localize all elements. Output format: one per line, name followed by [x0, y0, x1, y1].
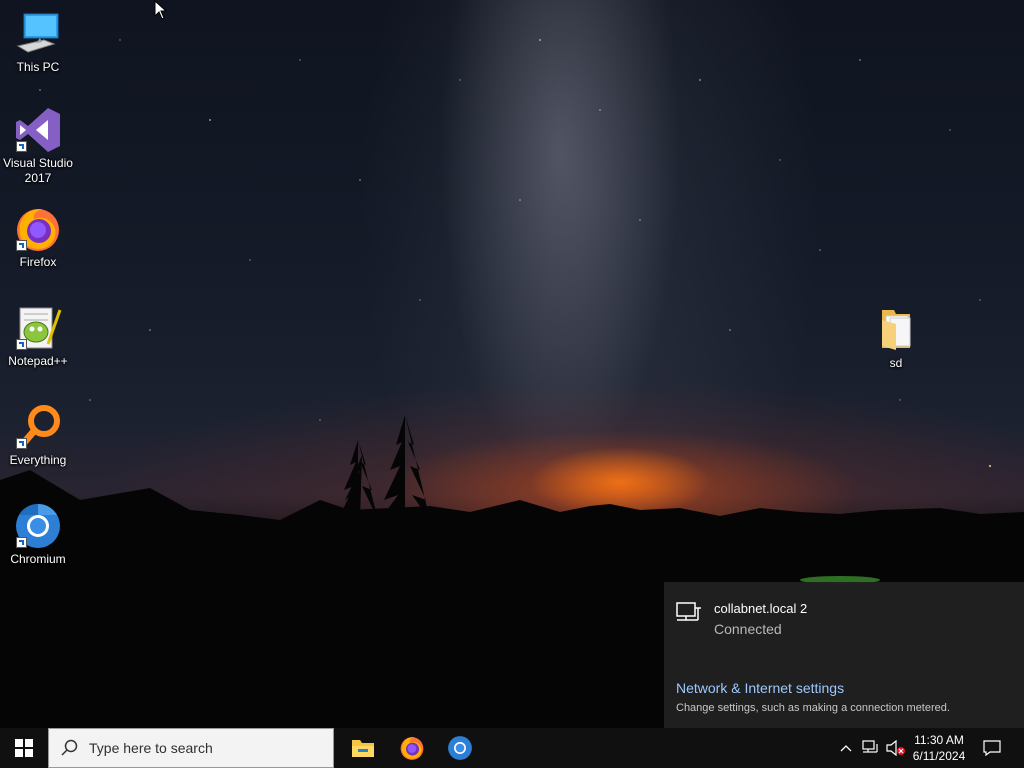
desktop-icon-everything[interactable]: Everything	[0, 403, 76, 468]
taskbar-firefox-button[interactable]	[388, 728, 436, 768]
chromium-icon	[448, 736, 472, 760]
mouse-cursor-icon	[154, 0, 168, 20]
network-connection-item[interactable]: collabnet.local 2 Connected	[676, 600, 807, 639]
windows-logo-icon	[15, 739, 33, 757]
shortcut-arrow-icon	[16, 537, 27, 548]
taskbar-file-explorer-button[interactable]	[339, 728, 387, 768]
desktop-icon-label: sd	[889, 356, 903, 370]
network-status: Connected	[714, 621, 782, 637]
chromium-icon	[14, 502, 62, 550]
start-button[interactable]	[0, 728, 48, 768]
shortcut-arrow-icon	[16, 438, 27, 449]
search-placeholder: Type here to search	[89, 740, 213, 756]
shortcut-arrow-icon	[16, 141, 27, 152]
firefox-icon	[400, 737, 424, 760]
network-tray-button[interactable]	[858, 728, 884, 768]
clock-date: 6/11/2024	[912, 749, 966, 763]
chevron-up-icon	[840, 745, 852, 752]
action-center-button[interactable]	[978, 728, 1006, 768]
everything-icon	[14, 403, 62, 451]
shortcut-arrow-icon	[16, 240, 27, 251]
shortcut-arrow-icon	[16, 339, 27, 350]
visual-studio-icon	[14, 106, 62, 154]
desktop-icon-label: Notepad++	[8, 354, 68, 368]
desktop-icon-sd-folder[interactable]: sd	[858, 306, 934, 371]
ethernet-network-icon	[676, 602, 701, 621]
network-name: collabnet.local 2	[714, 601, 808, 616]
file-explorer-icon	[352, 740, 374, 757]
volume-muted-icon	[886, 740, 905, 756]
desktop-icon-firefox[interactable]: Firefox	[0, 205, 76, 270]
network-settings-description: Change settings, such as making a connec…	[676, 702, 950, 714]
network-internet-settings-link[interactable]: Network & Internet settings	[676, 680, 844, 696]
volume-tray-button[interactable]	[884, 728, 908, 768]
notification-icon	[983, 740, 1001, 756]
firefox-icon	[14, 205, 62, 253]
desktop-icon-label: Everything	[9, 453, 67, 467]
search-icon	[61, 739, 78, 756]
taskbar-chromium-button[interactable]	[436, 728, 484, 768]
network-flyout: collabnet.local 2 Connected Network & In…	[664, 582, 1024, 728]
desktop-icon-label: This PC	[16, 60, 60, 74]
desktop-icon-visual-studio[interactable]: Visual Studio 2017	[0, 106, 76, 186]
taskbar: Type here to search 11:30 AM 6/11/2024	[0, 728, 1024, 768]
folder-icon	[872, 306, 920, 354]
taskbar-clock[interactable]: 11:30 AM 6/11/2024	[908, 732, 970, 764]
taskbar-search-box[interactable]: Type here to search	[48, 728, 334, 768]
desktop-icon-this-pc[interactable]: This PC	[0, 10, 76, 75]
desktop-icon-label: Visual Studio 2017	[3, 156, 73, 185]
desktop-icon-label: Chromium	[10, 552, 66, 566]
clock-time: 11:30 AM	[914, 733, 964, 747]
desktop-icon-label: Firefox	[19, 255, 57, 269]
desktop-icon-chromium[interactable]: Chromium	[0, 502, 76, 567]
network-icon	[862, 740, 878, 753]
desktop-icon-notepadpp[interactable]: Notepad++	[0, 304, 76, 369]
show-hidden-icons-button[interactable]	[836, 728, 856, 768]
notepadpp-icon	[14, 304, 62, 352]
this-pc-icon	[14, 10, 62, 58]
